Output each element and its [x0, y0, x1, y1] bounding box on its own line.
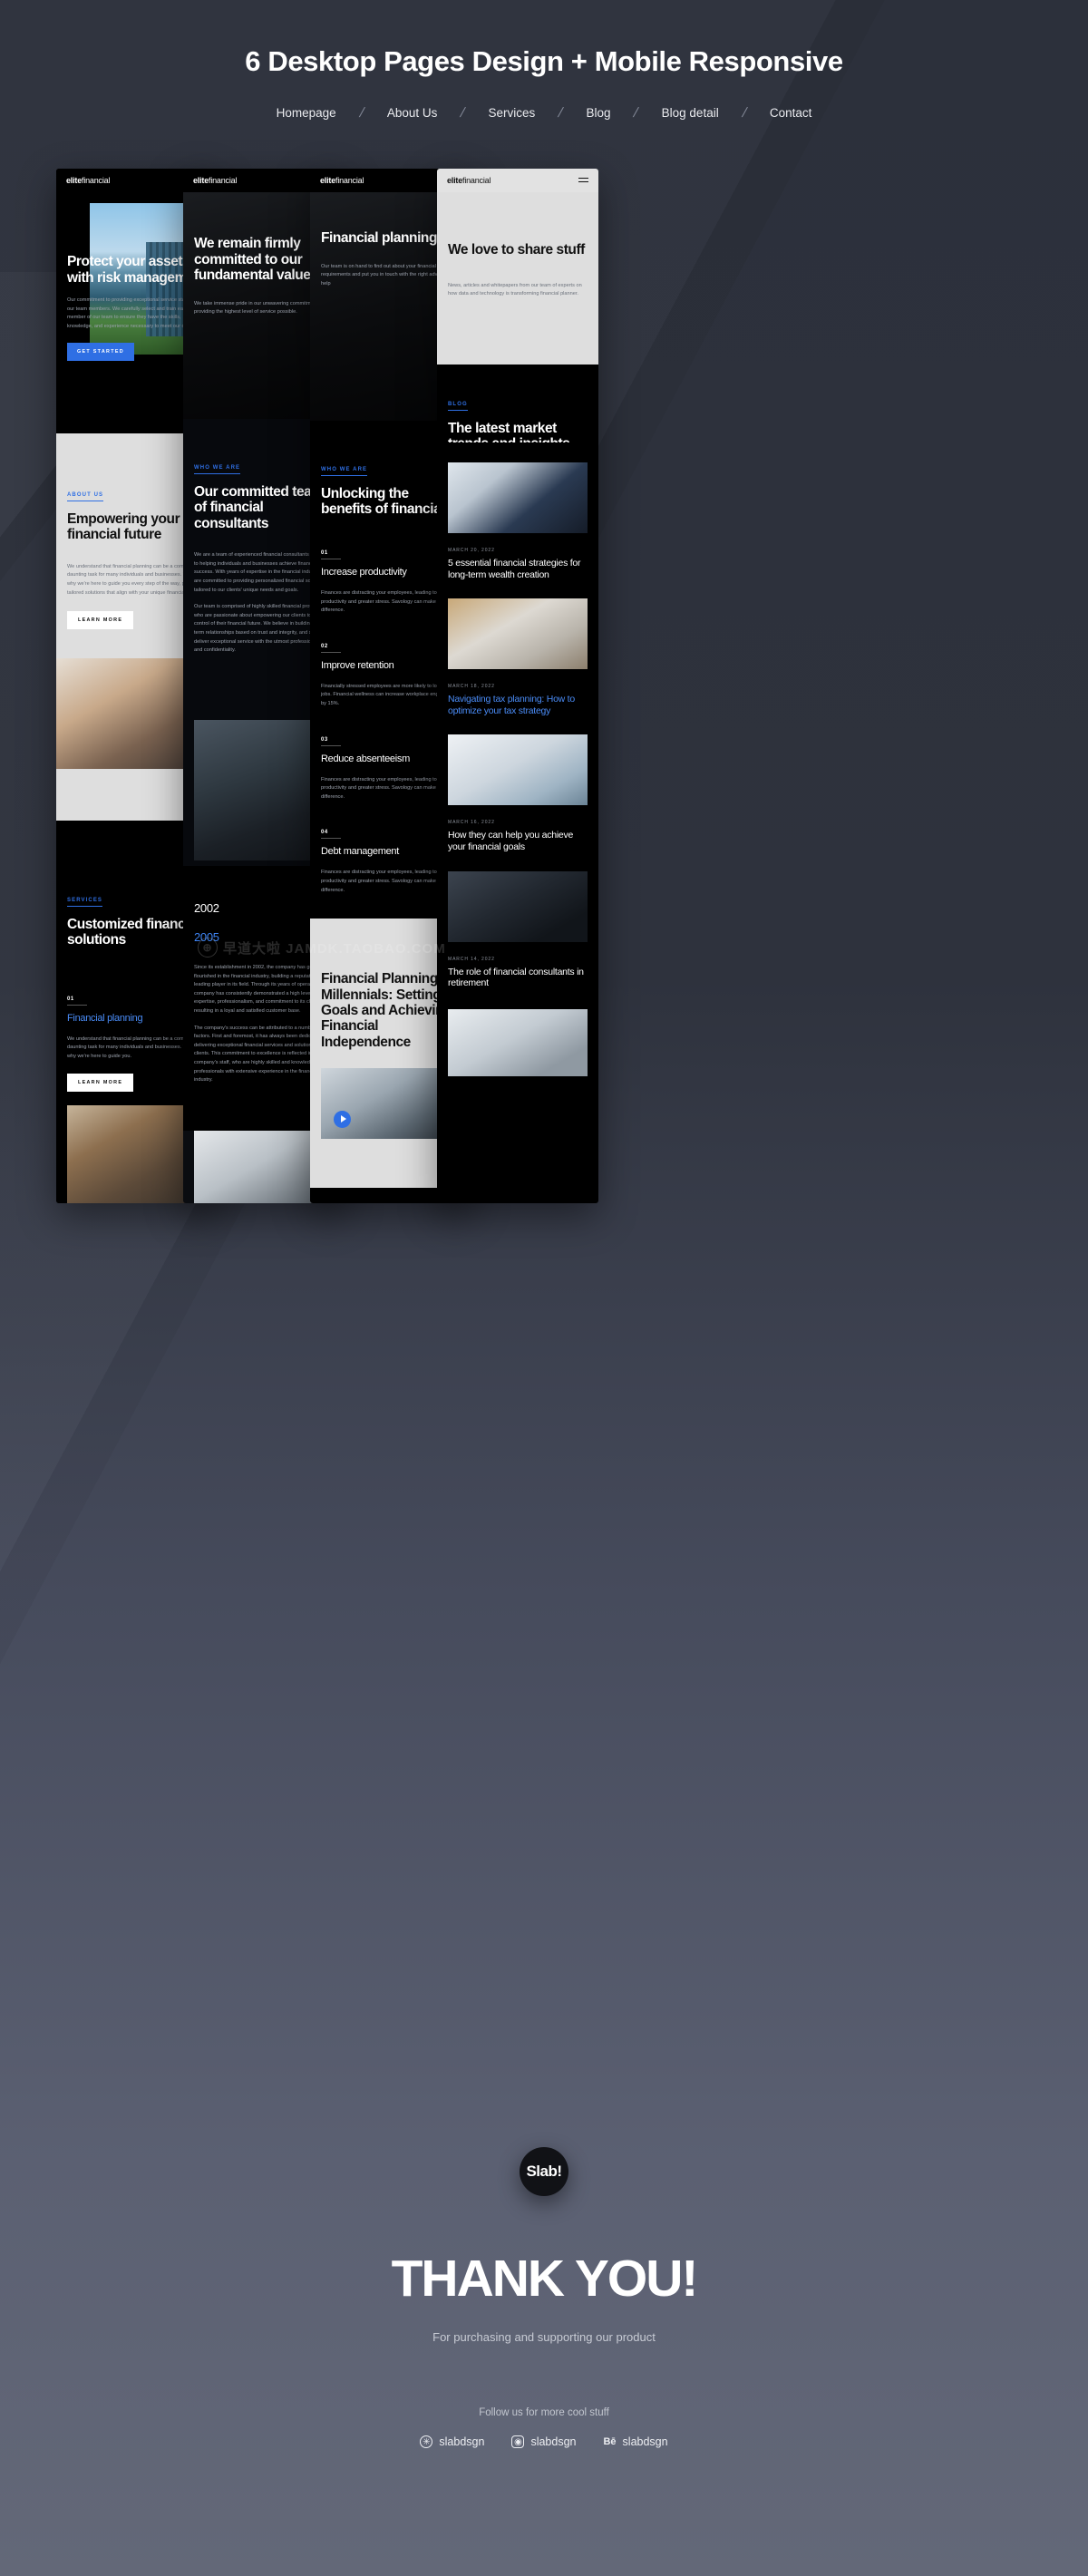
play-icon[interactable]	[334, 1110, 351, 1128]
service-learn-more-button[interactable]: LEARN MORE	[67, 1073, 134, 1092]
benefit-number: 04	[321, 830, 341, 840]
services-eyebrow: SERVICES	[67, 898, 103, 907]
benefits-eyebrow: WHO WE ARE	[321, 467, 368, 476]
social-link-behance[interactable]: Bē slabdsgn	[603, 2435, 667, 2448]
about-learn-more-button[interactable]: LEARN MORE	[67, 611, 134, 630]
social-link-instagram[interactable]: ◉ slabdsgn	[511, 2435, 576, 2448]
blog-post-date: MARCH 20, 2022	[448, 548, 495, 553]
blog-post-date: MARCH 16, 2022	[448, 820, 495, 826]
about-eyebrow: ABOUT US	[67, 492, 104, 501]
blog-post-date: MARCH 18, 2022	[448, 684, 495, 690]
blog-eyebrow: BLOG	[448, 402, 468, 411]
brand-logo[interactable]: elitefinancial	[447, 176, 491, 185]
hero-body: News, articles and whitepapers from our …	[448, 282, 582, 297]
social-handle: slabdsgn	[622, 2435, 668, 2448]
brand-logo[interactable]: elitefinancial	[320, 176, 364, 185]
mobile-topbar: elitefinancial	[437, 169, 598, 192]
hero-section-blog: We love to share stuff News, articles an…	[437, 192, 598, 365]
who-eyebrow: WHO WE ARE	[194, 465, 241, 474]
thank-you-heading: THANK YOU!	[391, 2250, 699, 2308]
blog-post-image	[448, 598, 588, 670]
blog-post-image	[448, 1008, 588, 1076]
timeline-year: 2005	[194, 929, 219, 944]
blog-post[interactable]: MARCH 16, 2022 How they can help you ach…	[437, 716, 598, 853]
timeline-year: 2002	[194, 900, 219, 915]
benefit-number: 01	[321, 550, 341, 559]
service-name[interactable]: Financial planning	[67, 1013, 189, 1025]
thank-you-subtitle: For purchasing and supporting our produc…	[432, 2330, 656, 2344]
behance-icon: Bē	[603, 2436, 617, 2447]
brand-logo[interactable]: elitefinancial	[193, 176, 237, 185]
blog-post-image	[448, 462, 588, 533]
blog-post-partial[interactable]	[437, 988, 598, 1089]
blog-post-title[interactable]: 5 essential financial strategies for lon…	[448, 558, 588, 580]
social-links[interactable]: ✳ slabdsgn ◉ slabdsgn Bē slabdsgn	[0, 2435, 1088, 2448]
blog-post[interactable]: MARCH 14, 2022 The role of financial con…	[437, 852, 598, 989]
dribbble-icon: ✳	[420, 2435, 433, 2448]
blog-post-date: MARCH 14, 2022	[448, 956, 495, 962]
blog-post-title[interactable]: Navigating tax planning: How to optimize…	[448, 694, 588, 716]
get-started-button[interactable]: GET STARTED	[67, 343, 134, 362]
instagram-icon: ◉	[511, 2435, 525, 2448]
blog-post-title[interactable]: The role of financial consultants in ret…	[448, 967, 588, 989]
follow-text: Follow us for more cool stuff	[479, 2407, 609, 2418]
hero-title: We love to share stuff	[448, 242, 585, 258]
brand-logo[interactable]: elitefinancial	[66, 176, 110, 185]
blog-post-image	[448, 870, 588, 942]
blog-post[interactable]: MARCH 20, 2022 5 essential financial str…	[437, 442, 598, 581]
blog-post-title[interactable]: How they can help you achieve your finan…	[448, 830, 588, 852]
hamburger-icon[interactable]	[578, 177, 588, 184]
slab-logo-badge: Slab!	[520, 2147, 568, 2196]
social-handle: slabdsgn	[439, 2435, 485, 2448]
phone-mockup-blog: elitefinancial We love to share stuff Ne…	[437, 169, 598, 1203]
social-link-dribbble[interactable]: ✳ slabdsgn	[420, 2435, 484, 2448]
social-handle: slabdsgn	[530, 2435, 577, 2448]
service-number: 01	[67, 996, 87, 1006]
benefit-number: 02	[321, 644, 341, 653]
benefit-number: 03	[321, 737, 341, 746]
blog-post-image	[448, 734, 588, 806]
blog-heading: BLOG The latest market trends and insigh…	[437, 365, 598, 452]
blog-post[interactable]: MARCH 18, 2022 Navigating tax planning: …	[437, 580, 598, 717]
